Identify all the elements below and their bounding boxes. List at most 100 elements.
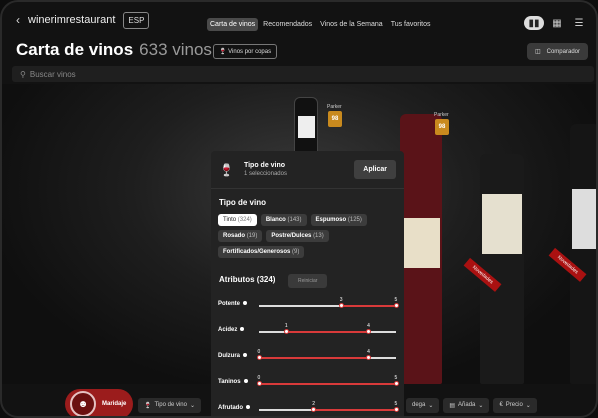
wine-bottle[interactable] — [294, 97, 318, 157]
slider-value: 4 — [367, 323, 370, 329]
filter-tipo-de-vino[interactable]: 🍷 Tipo de vino ⌄ — [138, 397, 201, 413]
chip-count: (9) — [292, 249, 300, 255]
attribute-name: Taninos — [218, 379, 241, 385]
search-icon: ⚲ — [20, 69, 26, 79]
euro-icon: € — [499, 402, 503, 408]
slider-min-knob[interactable] — [256, 381, 262, 386]
filter-precio[interactable]: € Precio ⌄ — [493, 397, 537, 413]
glass-icon: 🍷 — [219, 49, 227, 55]
chevron-down-icon: ⌄ — [428, 402, 434, 409]
filter-label: dega — [411, 402, 426, 408]
wine-bottle[interactable] — [480, 154, 524, 384]
slider-value: 0 — [257, 375, 261, 381]
attribute-name: Dulzura — [218, 353, 241, 359]
tab-carta-de-vinos[interactable]: Carta de vinos — [207, 18, 259, 31]
slider-fill — [259, 383, 396, 385]
slider-max-knob[interactable] — [366, 329, 372, 334]
parker-score-badge: 98 — [328, 111, 342, 127]
slider-value: 3 — [339, 297, 343, 303]
filter-label: Precio — [505, 402, 523, 408]
comparador-button[interactable]: ◫ Comparador — [526, 43, 588, 60]
range-slider[interactable]: 35 — [259, 297, 399, 308]
filter-label: Añada — [458, 402, 476, 408]
info-icon[interactable] — [243, 379, 248, 384]
parker-score-badge: 98 — [435, 119, 449, 135]
chip-blanco[interactable]: Blanco (143) — [260, 214, 307, 226]
wine-count: 633 vinos — [139, 40, 212, 59]
filter-bodega[interactable]: dega ⌄ — [405, 397, 440, 413]
chip-label: Fortificados/Generosos — [223, 249, 291, 255]
compare-icon: ◫ — [534, 49, 541, 55]
chip-espumoso[interactable]: Espumoso (125) — [310, 214, 367, 226]
info-icon[interactable] — [240, 327, 245, 332]
chip-count: (143) — [287, 217, 302, 223]
slider-fill — [259, 357, 369, 359]
bottom-filter-bar: 🍷 Tipo de vino ⌄ dega ⌄ ▤ Añada ⌄ € Precio ⌄ — [66, 394, 586, 416]
view-toggles: ▮▮ ▦ ☰ — [524, 16, 588, 30]
slider-value: 1 — [284, 323, 288, 329]
range-slider[interactable]: 04 — [256, 349, 396, 360]
attribute-label: Acidez — [218, 327, 245, 333]
chip-tinto[interactable]: Tinto (324) — [218, 214, 257, 226]
chip-label: Rosado — [223, 233, 246, 239]
slider-min-knob[interactable] — [283, 329, 289, 334]
info-icon[interactable] — [243, 353, 248, 358]
slider-min-knob[interactable] — [256, 355, 262, 360]
tab-recomendados[interactable]: Recomendados — [260, 18, 315, 31]
calendar-icon: ▤ — [449, 402, 456, 409]
tab-tus-favoritos[interactable]: Tus favoritos — [388, 18, 434, 31]
page-title: Carta de vinos — [16, 40, 134, 59]
wine-bottle[interactable] — [400, 114, 442, 384]
slider-max-knob[interactable] — [393, 303, 399, 308]
wine-type-chips: Tinto (324) Blanco (143) Espumoso (125) … — [218, 214, 400, 258]
range-slider[interactable]: 05 — [256, 375, 399, 386]
wine-glass-icon: 🍷 — [144, 402, 152, 409]
chevron-left-icon[interactable]: ‹ — [16, 13, 20, 27]
wine-bottle[interactable] — [570, 124, 596, 384]
info-icon[interactable] — [243, 301, 248, 306]
filter-panel-title: Tipo de vino — [243, 162, 286, 169]
chip-fortificados-generosos[interactable]: Fortificados/Generosos (9) — [218, 246, 305, 258]
chip-rosado[interactable]: Rosado (19) — [218, 230, 263, 242]
chip-postre-dulces[interactable]: Postre/Dulces (13) — [266, 230, 329, 242]
slider-max-knob[interactable] — [366, 355, 372, 360]
filter-panel: 🍷 Tipo de vino 1 seleccionados Aplicar T… — [211, 151, 404, 416]
chevron-down-icon: ⌄ — [189, 402, 195, 409]
restaurant-name: winerimrestaurant — [28, 14, 116, 26]
filter-panel-header: 🍷 Tipo de vino 1 seleccionados Aplicar — [211, 151, 404, 189]
tab-vinos-de-la-semana[interactable]: Vinos de la Semana — [317, 18, 386, 31]
vinos-por-copas-button[interactable]: 🍷 Vinos por copas — [213, 44, 278, 59]
chip-label: Tinto — [223, 217, 237, 223]
slider-min-knob[interactable] — [338, 303, 344, 308]
chip-label: Espumoso — [315, 217, 347, 223]
search-placeholder: Buscar vinos — [29, 69, 76, 79]
attribute-label: Taninos — [218, 379, 248, 385]
chevron-down-icon: ⌄ — [525, 402, 531, 409]
attribute-name: Potente — [218, 301, 241, 307]
filter-label: Tipo de vino — [154, 402, 187, 408]
slider-fill — [286, 331, 369, 333]
slider-max-knob[interactable] — [393, 381, 399, 386]
badge-label: Parker — [327, 104, 342, 110]
section-atributos: Atributos (324) — [219, 275, 276, 284]
vinos-por-copas-label: Vinos por copas — [228, 49, 272, 55]
chip-count: (19) — [246, 233, 258, 239]
range-slider[interactable]: 14 — [259, 323, 396, 334]
slider-value: 4 — [367, 349, 370, 355]
attribute-label: Dulzura — [218, 353, 248, 359]
language-button[interactable]: ESP — [123, 11, 150, 29]
apply-button[interactable]: Aplicar — [354, 160, 396, 179]
filter-anada[interactable]: ▤ Añada ⌄ — [443, 397, 490, 413]
grid-view-icon[interactable]: ▦ — [548, 16, 566, 30]
slider-value: 5 — [394, 375, 398, 381]
chip-label: Blanco — [265, 217, 286, 223]
slider-value: 0 — [257, 349, 261, 355]
chip-count: (125) — [347, 217, 362, 223]
reset-button[interactable]: Reiniciar — [288, 274, 328, 288]
search-input[interactable]: ⚲ Buscar vinos — [12, 66, 594, 82]
wine-glass-icon: 🍷 — [219, 162, 234, 177]
shelf-view-icon[interactable]: ▮▮ — [524, 16, 544, 30]
chip-count: (13) — [313, 233, 324, 239]
app-window: ‹ winerimrestaurant ESP Carta de vinos R… — [0, 0, 598, 418]
list-view-icon[interactable]: ☰ — [570, 16, 588, 30]
